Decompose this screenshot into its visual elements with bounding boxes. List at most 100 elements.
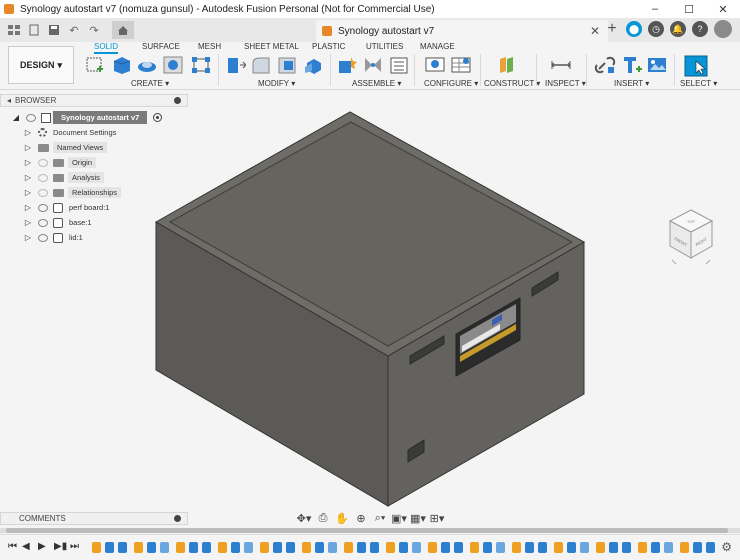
timeline-settings-gear-icon[interactable]: ⚙ <box>721 540 732 554</box>
timeline-feature-item[interactable] <box>370 542 379 553</box>
timeline-feature-item[interactable] <box>244 542 253 553</box>
press-pull-icon[interactable] <box>224 55 246 75</box>
timeline-feature-item[interactable] <box>512 542 521 553</box>
timeline-feature-item[interactable] <box>428 542 437 553</box>
timeline-feature-item[interactable] <box>651 542 660 553</box>
timeline-next-button[interactable]: ▶▮ <box>54 541 67 552</box>
file-menu-icon[interactable] <box>26 22 42 38</box>
scrollbar-thumb[interactable] <box>6 528 728 533</box>
timeline-feature-item[interactable] <box>344 542 353 553</box>
timeline-feature-item[interactable] <box>483 542 492 553</box>
timeline-feature-item[interactable] <box>470 542 479 553</box>
collapsed-triangle-icon[interactable]: ▷ <box>24 173 32 182</box>
timeline-feature-item[interactable] <box>386 542 395 553</box>
visibility-eye-icon[interactable] <box>38 218 48 227</box>
hole-icon[interactable] <box>162 55 184 75</box>
timeline-feature-item[interactable] <box>399 542 408 553</box>
redo-icon[interactable]: ↷ <box>86 22 102 38</box>
chamfer-icon[interactable] <box>276 55 298 75</box>
tree-item-base[interactable]: ▷ base:1 <box>0 215 188 230</box>
timeline-feature-item[interactable] <box>273 542 282 553</box>
timeline-feature-item[interactable] <box>189 542 198 553</box>
timeline-feature-item[interactable] <box>525 542 534 553</box>
display-settings-icon[interactable]: ▣▾ <box>391 511 407 525</box>
timeline-feature-item[interactable] <box>328 542 337 553</box>
create-menu[interactable]: CREATE ▾ <box>131 79 169 88</box>
maximize-button[interactable]: ☐ <box>672 0 706 18</box>
timeline-feature-item[interactable] <box>622 542 631 553</box>
timeline-feature-item[interactable] <box>680 542 689 553</box>
help-icon[interactable]: ? <box>692 21 708 37</box>
construct-menu[interactable]: CONSTRUCT ▾ <box>484 79 540 88</box>
collapse-arrow-icon[interactable]: ◂ <box>7 96 11 105</box>
fit-icon[interactable]: ⌕▾ <box>372 511 388 525</box>
tree-item-analysis[interactable]: ▷ Analysis <box>0 170 188 185</box>
undo-icon[interactable]: ↶ <box>66 22 82 38</box>
timeline-feature-item[interactable] <box>118 542 127 553</box>
visibility-eye-icon[interactable] <box>38 233 48 242</box>
browser-panel-header[interactable]: ◂ BROWSER <box>0 94 188 107</box>
create-sketch-icon[interactable] <box>84 55 106 75</box>
job-status-icon[interactable]: ◷ <box>648 21 664 37</box>
timeline-feature-item[interactable] <box>176 542 185 553</box>
data-panel-icon[interactable] <box>6 22 22 38</box>
bill-of-materials-icon[interactable] <box>388 55 410 75</box>
timeline-feature-item[interactable] <box>538 542 547 553</box>
assemble-menu[interactable]: ASSEMBLE ▾ <box>352 79 401 88</box>
timeline-feature-item[interactable] <box>231 542 240 553</box>
inspect-menu[interactable]: INSPECT ▾ <box>545 79 586 88</box>
collapsed-triangle-icon[interactable]: ▷ <box>24 158 32 167</box>
timeline-feature-item[interactable] <box>302 542 311 553</box>
tab-solid[interactable]: SOLID <box>94 42 119 54</box>
save-icon[interactable] <box>46 22 62 38</box>
fillet-icon[interactable] <box>250 55 272 75</box>
timeline-feature-item[interactable] <box>260 542 269 553</box>
visibility-eye-icon[interactable] <box>26 113 36 122</box>
timeline-feature-item[interactable] <box>412 542 421 553</box>
tree-item-document-settings[interactable]: ▷ Document Settings <box>0 125 188 140</box>
timeline-feature-item[interactable] <box>596 542 605 553</box>
timeline-feature-item[interactable] <box>567 542 576 553</box>
comments-panel-header[interactable]: COMMENTS <box>0 512 188 525</box>
workspace-switcher-button[interactable]: DESIGN ▾ <box>8 46 74 84</box>
tree-item-perf-board[interactable]: ▷ perf board:1 <box>0 200 188 215</box>
collapsed-triangle-icon[interactable]: ▷ <box>24 128 32 137</box>
timeline-play-button[interactable]: ▶ <box>38 541 46 552</box>
browser-pin-icon[interactable] <box>174 97 181 104</box>
expanded-triangle-icon[interactable]: ◢ <box>12 113 20 122</box>
insert-menu[interactable]: INSERT ▾ <box>614 79 649 88</box>
tree-item-relationships[interactable]: ▷ Relationships <box>0 185 188 200</box>
activate-radio-icon[interactable] <box>153 113 163 122</box>
offset-plane-icon[interactable] <box>496 55 518 75</box>
modify-menu[interactable]: MODIFY ▾ <box>258 79 295 88</box>
timeline-feature-item[interactable] <box>134 542 143 553</box>
timeline-first-button[interactable]: ⏮ <box>8 541 17 552</box>
configure-icon[interactable] <box>424 55 446 75</box>
collapsed-triangle-icon[interactable]: ▷ <box>24 233 32 242</box>
revolve-icon[interactable] <box>136 55 158 75</box>
visibility-eye-off-icon[interactable] <box>38 188 48 197</box>
user-avatar[interactable] <box>714 20 732 38</box>
measure-icon[interactable] <box>550 55 572 75</box>
notifications-icon[interactable]: 🔔 <box>670 21 686 37</box>
timeline-last-button[interactable]: ⏭ <box>70 541 79 552</box>
zoom-icon[interactable]: ⊕ <box>353 511 369 525</box>
viewports-icon[interactable]: ⊞▾ <box>429 511 445 525</box>
timeline-feature-item[interactable] <box>638 542 647 553</box>
visibility-eye-off-icon[interactable] <box>38 158 48 167</box>
pattern-icon[interactable] <box>190 55 212 75</box>
timeline-feature-item[interactable] <box>218 542 227 553</box>
timeline-feature-item[interactable] <box>147 542 156 553</box>
insert-mcmaster-icon[interactable] <box>620 55 642 75</box>
timeline-feature-item[interactable] <box>160 542 169 553</box>
timeline-feature-item[interactable] <box>441 542 450 553</box>
tab-utilities[interactable]: UTILITIES <box>366 42 403 51</box>
timeline-feature-item[interactable] <box>92 542 101 553</box>
close-tab-icon[interactable]: ✕ <box>590 24 600 38</box>
comments-add-icon[interactable] <box>174 515 181 522</box>
tab-surface[interactable]: SURFACE <box>142 42 180 51</box>
timeline-feature-item[interactable] <box>706 542 715 553</box>
configure-menu[interactable]: CONFIGURE ▾ <box>424 79 478 88</box>
visibility-eye-icon[interactable] <box>38 203 48 212</box>
select-icon[interactable] <box>684 55 708 77</box>
